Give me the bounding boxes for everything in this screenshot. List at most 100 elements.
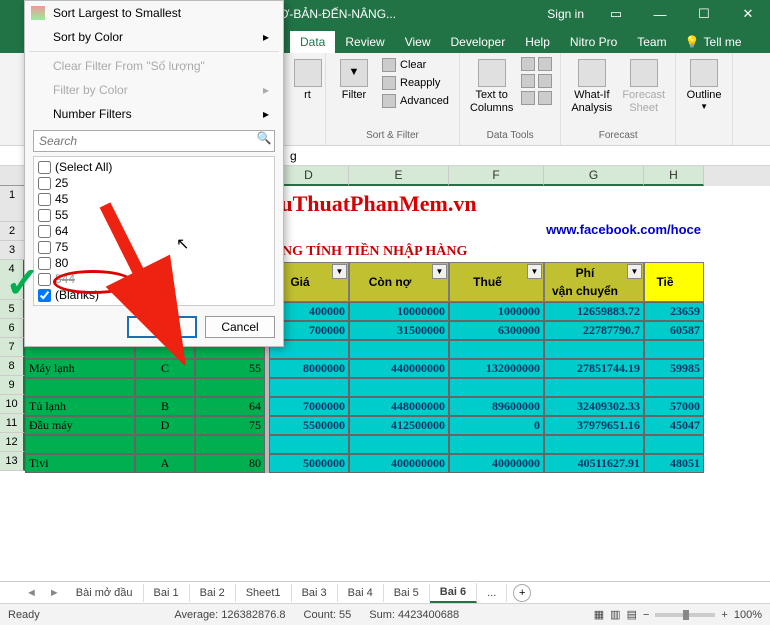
zoom-level[interactable]: 100%: [734, 609, 762, 621]
cell[interactable]: 48051: [644, 454, 704, 473]
cell[interactable]: Tivi: [25, 454, 135, 473]
tab-nav-next[interactable]: ►: [43, 587, 66, 599]
row-head-5[interactable]: 5: [0, 300, 25, 319]
cell[interactable]: 132000000: [449, 359, 544, 378]
tab-data[interactable]: Data: [290, 31, 335, 53]
tab-review[interactable]: Review: [335, 31, 394, 53]
cell[interactable]: C: [135, 359, 195, 378]
signin-link[interactable]: Sign in: [537, 7, 594, 21]
cell[interactable]: 6300000: [449, 321, 544, 340]
cell[interactable]: 89600000: [449, 397, 544, 416]
sheet-tab-more[interactable]: ...: [477, 584, 507, 602]
cell[interactable]: 32409302.33: [544, 397, 644, 416]
select-all-triangle[interactable]: [0, 166, 25, 186]
link-fb[interactable]: www.facebook.com/hoce: [295, 222, 705, 242]
sheet-tab[interactable]: Bai 3: [292, 584, 338, 602]
remove-dup-icon[interactable]: [521, 74, 535, 88]
view-layout-icon[interactable]: ▥: [610, 608, 620, 621]
row-head-12[interactable]: 12: [0, 433, 25, 452]
sheet-tab[interactable]: Bai 1: [144, 584, 190, 602]
search-input[interactable]: [34, 131, 254, 151]
cell[interactable]: 45047: [644, 416, 704, 435]
cell[interactable]: [269, 378, 349, 397]
sheet-tab[interactable]: Bài mở đầu: [66, 584, 144, 602]
cell[interactable]: [544, 435, 644, 454]
filter-dropdown-icon[interactable]: ▼: [527, 264, 542, 279]
filter-button[interactable]: ▼Filter: [334, 57, 374, 104]
cell[interactable]: 448000000: [349, 397, 449, 416]
view-normal-icon[interactable]: ▦: [594, 608, 604, 621]
cell[interactable]: [644, 435, 704, 454]
minimize-button[interactable]: —: [638, 0, 682, 28]
tab-view[interactable]: View: [395, 31, 441, 53]
filter-dropdown-icon[interactable]: ▼: [627, 264, 642, 279]
zoom-slider[interactable]: [655, 613, 715, 617]
col-head-e[interactable]: E: [349, 166, 449, 186]
advanced-button[interactable]: Advanced: [380, 93, 451, 109]
whatif-button[interactable]: What-If Analysis: [569, 57, 614, 117]
cell[interactable]: 37979651.16: [544, 416, 644, 435]
filter-dropdown-icon[interactable]: ▼: [432, 264, 447, 279]
sheet-tab[interactable]: Bai 2: [190, 584, 236, 602]
cell[interactable]: 27851744.19: [544, 359, 644, 378]
cell[interactable]: Tủ lạnh: [25, 397, 135, 416]
sheet-tab[interactable]: Bai 4: [338, 584, 384, 602]
row-head-3[interactable]: 3: [0, 241, 25, 260]
clear-button[interactable]: Clear: [380, 57, 451, 73]
cell[interactable]: 75: [195, 416, 265, 435]
rt-button[interactable]: rt: [288, 57, 328, 104]
forecast-sheet-button[interactable]: Forecast Sheet: [620, 57, 667, 117]
cell[interactable]: 400000000: [349, 454, 449, 473]
maximize-button[interactable]: ☐: [682, 0, 726, 28]
cell[interactable]: 10000000: [349, 302, 449, 321]
cell[interactable]: [269, 435, 349, 454]
tab-help[interactable]: Help: [515, 31, 560, 53]
cell[interactable]: 64: [195, 397, 265, 416]
manage-model-icon[interactable]: [538, 91, 552, 105]
row-head-2[interactable]: 2: [0, 222, 25, 241]
zoom-in-button[interactable]: +: [721, 609, 727, 621]
chk-544[interactable]: 544: [36, 271, 272, 287]
filter-search[interactable]: 🔍: [33, 130, 275, 152]
view-break-icon[interactable]: ▤: [627, 608, 637, 621]
row-head-4[interactable]: 4: [0, 260, 25, 300]
cell[interactable]: [544, 340, 644, 359]
reapply-button[interactable]: Reapply: [380, 75, 451, 91]
cell[interactable]: 1000000: [449, 302, 544, 321]
chk-blanks[interactable]: (Blanks): [36, 287, 272, 303]
flash-fill-icon[interactable]: [521, 57, 535, 71]
cell[interactable]: 55: [195, 359, 265, 378]
ribbon-options-icon[interactable]: ▭: [594, 0, 638, 28]
cell[interactable]: Máy lạnh: [25, 359, 135, 378]
cell[interactable]: 57000: [644, 397, 704, 416]
col-head-f[interactable]: F: [449, 166, 544, 186]
tell-me[interactable]: 💡Tell me: [677, 31, 750, 53]
cell[interactable]: [349, 340, 449, 359]
chk-55[interactable]: 55: [36, 207, 272, 223]
zoom-out-button[interactable]: −: [643, 609, 649, 621]
cell[interactable]: 80: [195, 454, 265, 473]
row-head-13[interactable]: 13: [0, 452, 25, 471]
filter-dropdown-icon[interactable]: ▼: [332, 264, 347, 279]
row-head-6[interactable]: 6: [0, 319, 25, 338]
cell[interactable]: 412500000: [349, 416, 449, 435]
tab-nav-prev[interactable]: ◄: [20, 587, 43, 599]
cell[interactable]: [449, 378, 544, 397]
cell[interactable]: 440000000: [349, 359, 449, 378]
cell[interactable]: 40000000: [449, 454, 544, 473]
ok-button[interactable]: OK: [127, 316, 197, 338]
cell[interactable]: 31500000: [349, 321, 449, 340]
data-validation-icon[interactable]: [521, 91, 535, 105]
cell[interactable]: 12659883.72: [544, 302, 644, 321]
cell[interactable]: [195, 378, 265, 397]
cell[interactable]: [449, 340, 544, 359]
row-head-11[interactable]: 11: [0, 414, 25, 433]
cell[interactable]: 23659: [644, 302, 704, 321]
consolidate-icon[interactable]: [538, 57, 552, 71]
cell[interactable]: 7000000: [269, 397, 349, 416]
cell[interactable]: [544, 378, 644, 397]
sheet-tab[interactable]: Sheet1: [236, 584, 292, 602]
cell[interactable]: D: [135, 416, 195, 435]
chk-25[interactable]: 25: [36, 175, 272, 191]
number-filters[interactable]: Number Filters▸: [25, 102, 283, 126]
